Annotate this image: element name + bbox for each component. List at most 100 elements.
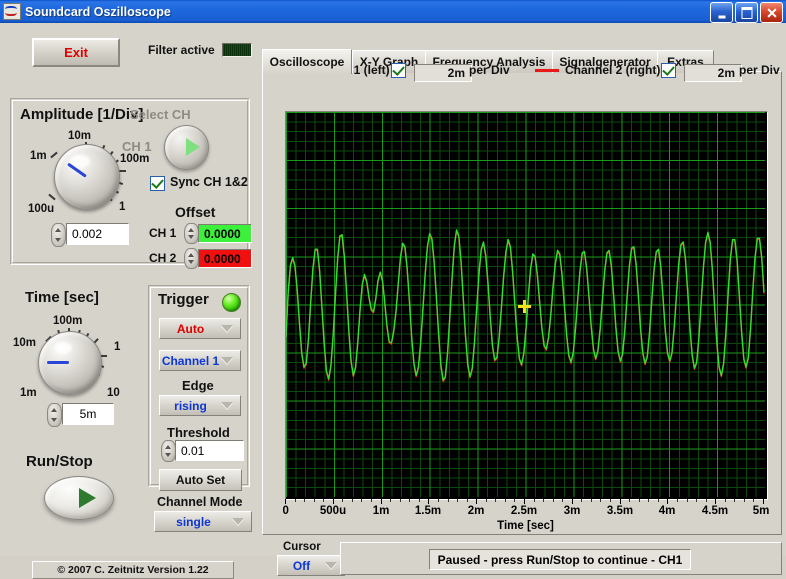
x-axis-minor-tick bbox=[514, 499, 515, 502]
channel-mode-dropdown[interactable]: single bbox=[154, 511, 252, 532]
threshold-field[interactable]: 0.01 bbox=[175, 440, 244, 461]
close-button[interactable] bbox=[760, 2, 783, 23]
x-axis-minor-tick bbox=[304, 499, 305, 502]
x-axis-minor-tick bbox=[639, 499, 640, 502]
window-title: Soundcard Oszilloscope bbox=[25, 4, 171, 19]
x-axis-tick-label: 0 bbox=[282, 505, 289, 517]
filter-active-indicator bbox=[222, 43, 252, 57]
time-knob-label-100m: 100m bbox=[53, 315, 83, 327]
x-axis-minor-tick bbox=[648, 499, 649, 502]
channel1-enable-checkbox[interactable] bbox=[391, 62, 406, 78]
x-axis-minor-tick bbox=[706, 499, 707, 502]
x-axis-minor-tick bbox=[457, 499, 458, 502]
x-axis-minor-tick bbox=[734, 499, 735, 502]
x-axis-tick bbox=[428, 499, 429, 504]
trigger-edge-value: rising bbox=[174, 398, 207, 413]
trigger-led bbox=[222, 293, 241, 312]
application-window: Soundcard Oszilloscope Exit Filter activ… bbox=[0, 0, 786, 579]
x-axis-minor-tick bbox=[390, 499, 391, 502]
x-axis-minor-tick bbox=[505, 499, 506, 502]
x-axis-tick bbox=[381, 499, 382, 504]
waveform-icon bbox=[3, 3, 21, 20]
x-axis-minor-tick bbox=[352, 499, 353, 502]
trigger-title: Trigger bbox=[158, 291, 209, 308]
x-axis-minor-tick bbox=[400, 499, 401, 502]
offset-ch1-field[interactable]: 0.0000 bbox=[198, 224, 252, 243]
x-axis-minor-tick bbox=[687, 499, 688, 502]
x-axis-minor-tick bbox=[448, 499, 449, 502]
trigger-source-dropdown[interactable]: Channel 1 bbox=[159, 350, 241, 371]
x-axis-minor-tick bbox=[677, 499, 678, 502]
x-axis-minor-tick bbox=[342, 499, 343, 502]
oscilloscope-plot[interactable] bbox=[286, 112, 765, 497]
trigger-panel: Trigger Auto Channel 1 Edge rising Thres… bbox=[148, 285, 250, 491]
x-axis-minor-tick bbox=[543, 499, 544, 502]
x-axis-minor-tick bbox=[553, 499, 554, 502]
trigger-mode-dropdown[interactable]: Auto bbox=[159, 318, 241, 339]
status-bar: Paused - press Run/Stop to continue - CH… bbox=[340, 542, 782, 575]
amplitude-knob[interactable] bbox=[54, 144, 120, 210]
auto-set-button[interactable]: Auto Set bbox=[159, 469, 242, 491]
knob-label-100u: 100u bbox=[28, 203, 55, 215]
x-axis-tick bbox=[285, 499, 286, 504]
cursor-crosshair-icon[interactable] bbox=[518, 300, 531, 313]
cursor-dropdown[interactable]: Off bbox=[277, 555, 345, 576]
channel1-per-div-field[interactable]: 2m bbox=[414, 64, 472, 82]
chevron-down-icon bbox=[325, 562, 337, 569]
select-ch-value: CH 1 bbox=[122, 139, 152, 154]
cursor-label: Cursor bbox=[283, 541, 321, 553]
x-axis-tick bbox=[715, 499, 716, 504]
select-ch-button[interactable] bbox=[164, 125, 209, 170]
x-axis-tick-label: 500u bbox=[319, 505, 347, 517]
x-axis-minor-tick bbox=[295, 499, 296, 502]
x-axis-minor-tick bbox=[610, 499, 611, 502]
x-axis-minor-tick bbox=[419, 499, 420, 502]
channel1-per-div-label: per Div bbox=[469, 63, 510, 77]
tab-oscilloscope[interactable]: Oscilloscope bbox=[262, 49, 352, 74]
edge-label: Edge bbox=[182, 378, 214, 393]
offset-ch2-field[interactable]: 0.0000 bbox=[198, 249, 252, 268]
trigger-source-value: Channel 1 bbox=[161, 353, 220, 368]
exit-button[interactable]: Exit bbox=[32, 38, 120, 67]
amplitude-spinner[interactable] bbox=[51, 223, 66, 247]
x-axis-minor-tick bbox=[581, 499, 582, 502]
x-axis-tick-label: 1.5m bbox=[414, 505, 442, 517]
cursor-value: Off bbox=[292, 558, 311, 573]
channel2-per-div-label: per Div bbox=[739, 63, 780, 77]
time-knob-label-10: 10 bbox=[107, 387, 120, 399]
offset-title: Offset bbox=[175, 204, 216, 220]
trigger-edge-dropdown[interactable]: rising bbox=[159, 395, 241, 416]
offset-ch2-spinner[interactable] bbox=[184, 248, 199, 269]
x-axis-minor-tick bbox=[534, 499, 535, 502]
threshold-spinner[interactable] bbox=[161, 440, 176, 462]
copyright-label: © 2007 C. Zeitnitz Version 1.22 bbox=[32, 561, 234, 579]
run-stop-button[interactable] bbox=[44, 476, 114, 520]
x-axis-minor-tick bbox=[725, 499, 726, 502]
sync-ch-checkbox[interactable] bbox=[150, 175, 165, 191]
time-value-field[interactable]: 5m bbox=[62, 403, 114, 425]
x-axis-minor-tick bbox=[486, 499, 487, 502]
x-axis-minor-tick bbox=[371, 499, 372, 502]
x-axis-tick bbox=[524, 499, 525, 504]
x-axis-tick-label: 2.5m bbox=[510, 505, 538, 517]
x-axis: Time [sec] 0 500u 1m 1.5m 2m 2.5m 3m 3.5m 4m 4.5m… bbox=[282, 499, 769, 533]
time-spinner[interactable] bbox=[47, 403, 62, 427]
x-axis-tick-label: 4.5m bbox=[701, 505, 729, 517]
knob-label-100m: 100m bbox=[120, 153, 150, 165]
amplitude-value-field[interactable]: 0.002 bbox=[66, 223, 129, 245]
time-knob-label-1: 1 bbox=[114, 341, 121, 353]
minimize-button[interactable] bbox=[710, 2, 733, 23]
x-axis-minor-tick bbox=[744, 499, 745, 502]
x-axis-minor-tick bbox=[438, 499, 439, 502]
offset-ch1-spinner[interactable] bbox=[184, 223, 199, 244]
threshold-label: Threshold bbox=[167, 425, 230, 440]
x-axis-tick bbox=[333, 499, 334, 504]
time-knob[interactable] bbox=[38, 331, 102, 395]
x-axis-minor-tick bbox=[409, 499, 410, 502]
trigger-mode-value: Auto bbox=[176, 321, 205, 336]
channel2-per-div-field[interactable]: 2m bbox=[684, 64, 742, 82]
channel2-enable-checkbox[interactable] bbox=[661, 62, 676, 78]
select-ch-title: Select CH bbox=[130, 107, 191, 122]
x-axis-tick-label: 4m bbox=[658, 505, 676, 517]
maximize-button[interactable] bbox=[735, 2, 758, 23]
